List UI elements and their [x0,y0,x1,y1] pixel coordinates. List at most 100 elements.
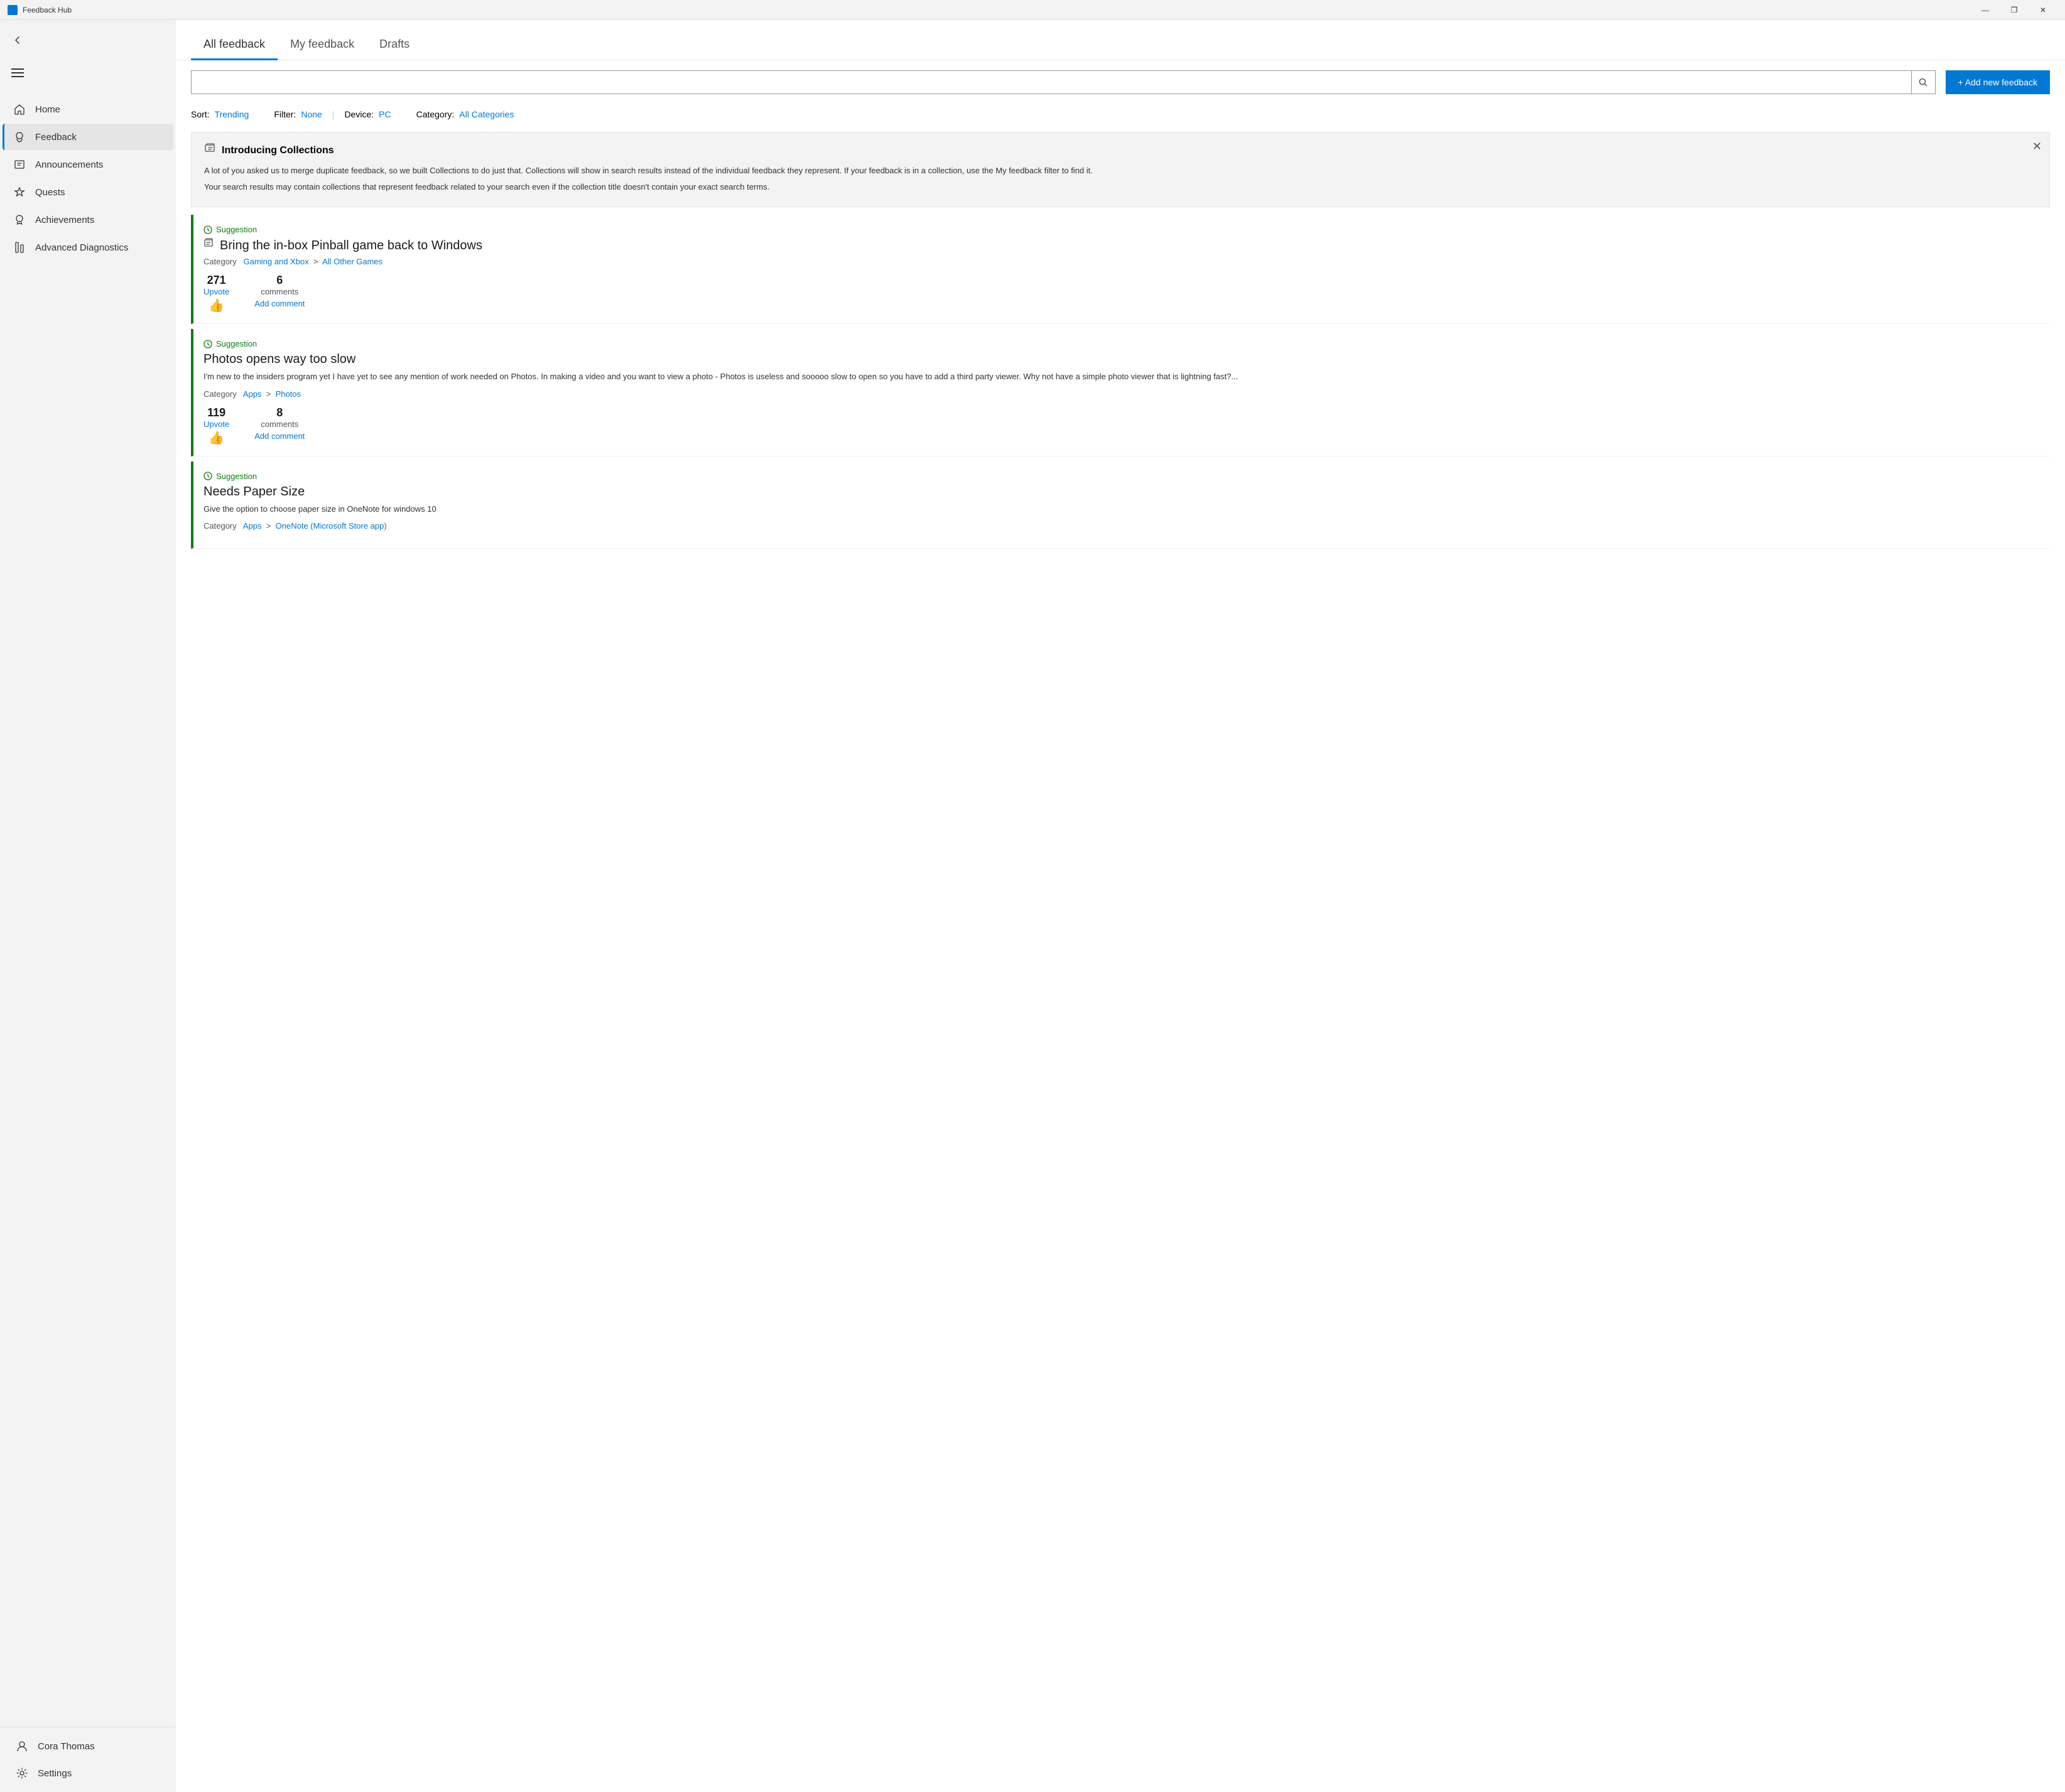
comment-count-1: 6 [276,274,283,287]
search-icon [1918,77,1928,87]
tab-my-feedback[interactable]: My feedback [278,30,367,60]
feedback-type-3: Suggestion [203,472,2050,481]
feedback-comments-2: 8 comments Add comment [254,406,305,441]
comment-count-2: 8 [276,406,283,419]
banner-close-button[interactable]: ✕ [2032,140,2042,153]
sidebar-item-home[interactable]: Home [3,96,173,122]
hamburger-button[interactable] [5,60,30,85]
category-link2-3[interactable]: OneNote (Microsoft Store app) [276,521,387,531]
search-box[interactable] [191,70,1936,94]
feedback-title-text-3: Needs Paper Size [203,485,305,499]
search-button[interactable] [1911,70,1935,94]
sidebar-item-label: Quests [35,187,65,198]
feedback-title-icon-1 [203,238,215,253]
feedback-item-2: Suggestion Photos opens way too slow I'm… [191,329,2050,456]
tabs-bar: All feedback My feedback Drafts [176,20,2065,60]
close-button[interactable]: ✕ [2029,0,2057,20]
sidebar-bottom: Cora Thomas Settings [0,1727,176,1792]
feedback-vote-1: 271 Upvote 👍 [203,274,229,313]
collections-icon [204,143,217,158]
sidebar-item-achievements[interactable]: Achievements [3,207,173,233]
category-prefix: Category [203,257,237,266]
add-comment-button-1[interactable]: Add comment [254,299,305,308]
tab-all-feedback[interactable]: All feedback [191,30,278,60]
tab-drafts[interactable]: Drafts [367,30,422,60]
banner-text-2: Your search results may contain collecti… [204,181,2037,193]
sidebar-item-label: Home [35,104,60,115]
category-link1[interactable]: Gaming and Xbox [244,257,309,266]
feedback-desc-3: Give the option to choose paper size in … [203,503,2050,515]
feedback-item-1: Suggestion Bring the in-box Pinball game… [191,215,2050,324]
feedback-type-1: Suggestion [203,225,2050,234]
suggestion-icon [203,225,212,234]
banner-text-1: A lot of you asked us to merge duplicate… [204,165,2037,177]
back-icon [13,35,23,45]
user-icon [15,1739,29,1753]
upvote-button-1[interactable]: Upvote [203,287,229,296]
category-sep: > [313,257,318,266]
quests-icon [13,185,26,199]
sidebar-spacer [0,261,176,1727]
feedback-category-2: Category Apps > Photos [203,389,2050,399]
feedback-title-3: Needs Paper Size [203,485,2050,499]
maximize-button[interactable]: ❐ [2000,0,2029,20]
sidebar-item-settings[interactable]: Settings [5,1760,171,1786]
category-link1-3[interactable]: Apps [243,521,262,531]
sidebar-item-label: Feedback [35,132,77,143]
feedback-category-3: Category Apps > OneNote (Microsoft Store… [203,521,2050,531]
search-input[interactable] [192,71,1911,94]
category-link1-2[interactable]: Apps [243,389,262,399]
comment-label-1: comments [261,287,298,296]
vote-count-1: 271 [207,274,226,287]
sidebar-item-advanced-diagnostics[interactable]: Advanced Diagnostics [3,234,173,261]
thumbs-up-icon-1[interactable]: 👍 [209,298,224,313]
sidebar-item-feedback[interactable]: Feedback [3,124,173,150]
back-button[interactable] [5,28,30,53]
category-link2-2[interactable]: Photos [276,389,301,399]
diagnostics-icon [13,240,26,254]
hamburger-line [11,72,24,73]
category-link2[interactable]: All Other Games [322,257,382,266]
category-value[interactable]: All Categories [459,109,514,119]
sidebar-item-user[interactable]: Cora Thomas [5,1733,171,1759]
feedback-title-1: Bring the in-box Pinball game back to Wi… [203,238,2050,253]
hamburger-line [11,68,24,70]
add-feedback-button[interactable]: + Add new feedback [1946,70,2051,94]
device-value[interactable]: PC [379,109,391,119]
category-label: Category: [416,109,455,119]
feedback-icon [13,130,26,144]
upvote-button-2[interactable]: Upvote [203,419,229,429]
filter-value[interactable]: None [301,109,322,119]
filter-label: Filter: [274,109,296,119]
sidebar-item-quests[interactable]: Quests [3,179,173,205]
hamburger-line [11,76,24,77]
filter-divider: | [332,109,335,119]
sidebar-item-label: Achievements [35,215,94,225]
filter-bar: Sort: Trending Filter: None | Device: PC… [176,104,2065,127]
feedback-actions-2: 119 Upvote 👍 8 comments Add comment [203,406,2050,446]
sort-value[interactable]: Trending [215,109,249,119]
category-prefix-3: Category [203,521,237,531]
feedback-category-1: Category Gaming and Xbox > All Other Gam… [203,257,2050,266]
announcements-icon [13,158,26,171]
feedback-list: Suggestion Bring the in-box Pinball game… [176,215,2065,569]
sort-label: Sort: [191,109,210,119]
feedback-desc-2: I'm new to the insiders program yet I ha… [203,370,2050,383]
sidebar-item-label: Announcements [35,159,103,170]
collections-banner: ✕ Introducing Collections A lot of you a… [191,132,2050,207]
feedback-title-text-2: Photos opens way too slow [203,352,355,367]
add-comment-button-2[interactable]: Add comment [254,431,305,441]
feedback-type-label: Suggestion [216,225,257,234]
app-title: Feedback Hub [23,6,72,14]
banner-title-text: Introducing Collections [222,145,334,156]
minimize-button[interactable]: — [1971,0,2000,20]
title-bar: Feedback Hub — ❐ ✕ [0,0,2065,20]
sidebar-item-label: Cora Thomas [38,1741,95,1752]
feedback-type-label-3: Suggestion [216,472,257,481]
feedback-type-2: Suggestion [203,339,2050,348]
sidebar-item-label: Settings [38,1768,72,1779]
thumbs-up-icon-2[interactable]: 👍 [209,430,224,446]
device-label: Device: [344,109,374,119]
sidebar-item-announcements[interactable]: Announcements [3,151,173,178]
app-body: Home Feedback Announcements [0,20,2065,1792]
